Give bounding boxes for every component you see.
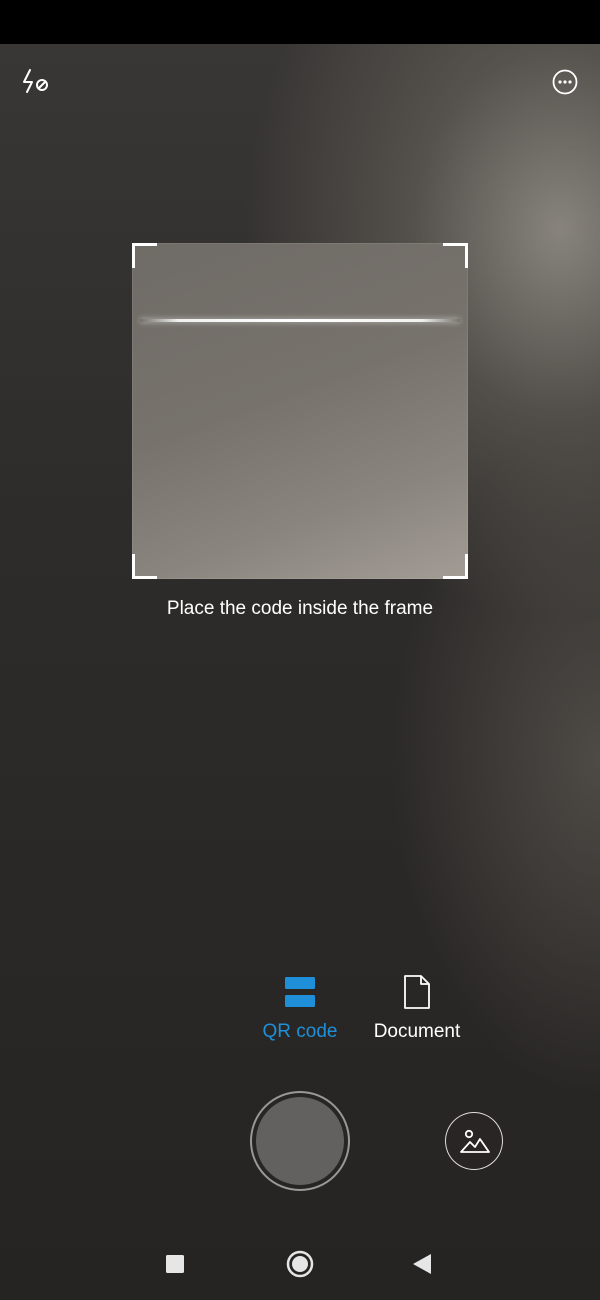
tab-document[interactable]: Document — [352, 972, 482, 1043]
qr-code-icon — [285, 977, 315, 1007]
qr-scanner-screen: Place the code inside the frame QR code … — [0, 0, 600, 1300]
shutter-button[interactable] — [250, 1091, 350, 1191]
status-bar — [0, 0, 600, 44]
image-gallery-icon — [460, 1129, 490, 1153]
recents-square-icon[interactable] — [157, 1246, 193, 1282]
scan-hint-text: Place the code inside the frame — [166, 598, 434, 619]
home-circle-icon[interactable] — [282, 1246, 318, 1282]
frame-corner-top-left — [132, 243, 157, 268]
tab-document-label: Document — [373, 1021, 461, 1042]
back-triangle-icon[interactable] — [404, 1246, 440, 1282]
scan-frame — [132, 243, 468, 579]
tab-qr-code[interactable]: QR code — [235, 972, 365, 1043]
document-icon — [404, 975, 430, 1009]
frame-corner-top-right — [443, 243, 468, 268]
shutter-inner — [256, 1097, 344, 1185]
tab-qr-code-label: QR code — [262, 1021, 338, 1042]
gallery-button[interactable] — [445, 1112, 503, 1170]
frame-corner-bottom-right — [443, 554, 468, 579]
scan-line — [140, 319, 460, 322]
more-options-icon[interactable] — [547, 64, 583, 100]
frame-corner-bottom-left — [132, 554, 157, 579]
flash-off-icon[interactable] — [18, 64, 54, 100]
